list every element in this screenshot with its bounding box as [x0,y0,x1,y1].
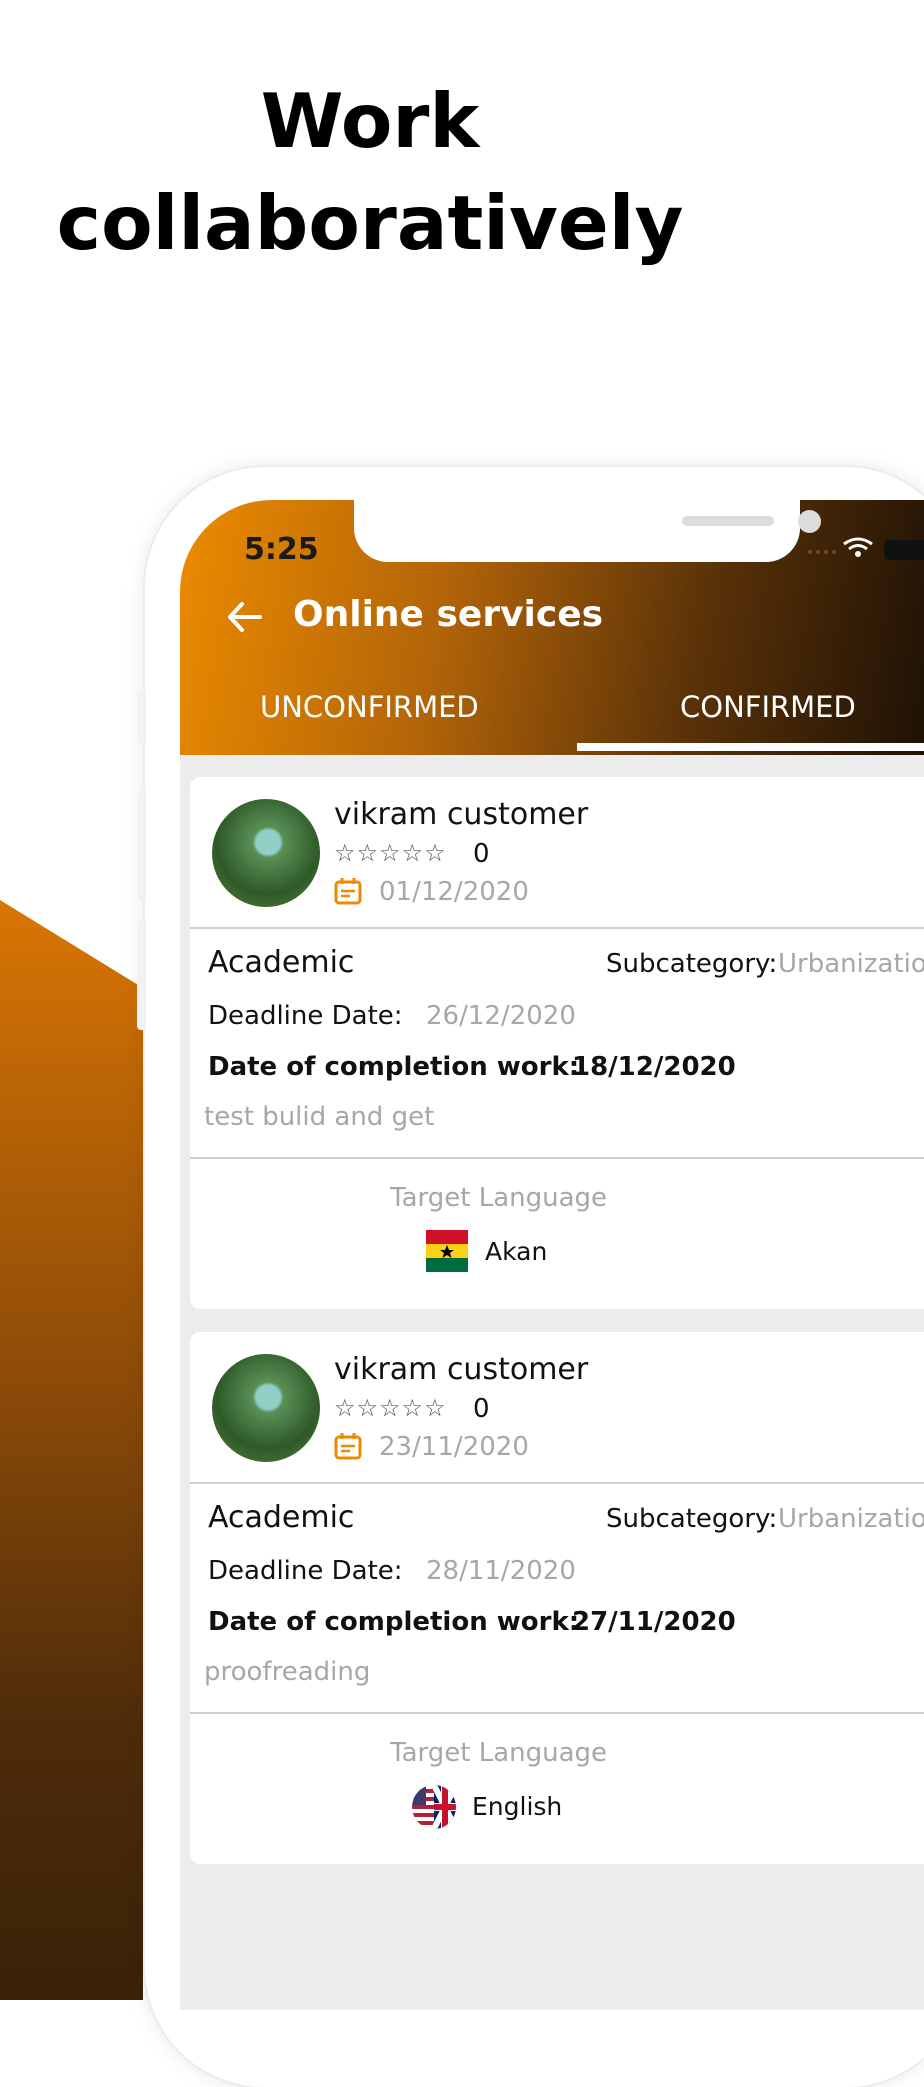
service-card[interactable]: vikram customer ☆☆☆☆☆ 0 01/12/2020 Acade… [190,777,924,1309]
subcategory-label: Subcategory: [606,1504,778,1534]
deadline-value: 26/12/2020 [426,1001,576,1031]
headline-line-1: Work [260,77,480,165]
phone-notch [354,500,821,562]
request-date: 01/12/2020 [379,877,529,907]
language-name: Akan [485,1237,548,1266]
back-arrow-icon[interactable] [224,592,264,642]
description: proofreading [204,1657,371,1687]
status-icons [800,534,924,570]
target-language-label: Target Language [390,1183,608,1213]
language-name: English [472,1792,563,1821]
subcategory-label: Subcategory: [606,949,778,979]
deadline-label: Deadline Date: [208,1001,403,1031]
usa-uk-flag-icon [412,1785,456,1829]
status-time: 5:25 [244,532,319,567]
category: Academic [208,1500,355,1535]
target-language-label: Target Language [390,1738,608,1768]
request-date: 23/11/2020 [379,1432,529,1462]
phone-mute-button [137,690,146,745]
camera [798,510,821,533]
customer-name: vikram customer [334,797,589,832]
wifi-battery-icon [808,537,924,560]
deadline-value: 28/11/2020 [426,1556,576,1586]
phone-screen: 5:25 Online services UNCONFIRMED CONFIRM… [180,500,924,2010]
subcategory-value: Urbanizatio [778,1504,924,1534]
tab-indicator [577,743,924,751]
subcategory-value: Urbanizatio [778,949,924,979]
calendar-icon [334,878,362,905]
calendar-icon [334,1433,362,1460]
avatar [212,799,320,907]
service-card[interactable]: vikram customer ☆☆☆☆☆ 0 23/11/2020 Acade… [190,1332,924,1864]
rating-value: 0 [473,1394,490,1424]
description: test bulid and get [204,1102,435,1132]
divider [190,1482,924,1484]
completion-value: 18/12/2020 [572,1052,736,1082]
ghana-flag-icon [426,1230,468,1272]
decorative-orange-shape [0,900,143,2000]
divider [190,927,924,929]
tab-unconfirmed[interactable]: UNCONFIRMED [260,690,479,724]
speaker [682,516,774,526]
star-rating-icon: ☆☆☆☆☆ [334,1394,447,1422]
headline: Work collaboratively [0,70,740,274]
divider [190,1157,924,1159]
completion-value: 27/11/2020 [572,1607,736,1637]
rating-value: 0 [473,839,490,869]
phone-volume-up-button [137,790,146,900]
customer-name: vikram customer [334,1352,589,1387]
completion-label: Date of completion work: [208,1607,580,1637]
star-rating-icon: ☆☆☆☆☆ [334,839,447,867]
deadline-label: Deadline Date: [208,1556,403,1586]
page-title: Online services [293,594,604,635]
tab-confirmed[interactable]: CONFIRMED [680,690,856,724]
divider [190,1712,924,1714]
phone-volume-down-button [137,920,146,1030]
category: Academic [208,945,355,980]
headline-line-2: collaboratively [56,179,684,267]
completion-label: Date of completion work: [208,1052,580,1082]
avatar [212,1354,320,1462]
